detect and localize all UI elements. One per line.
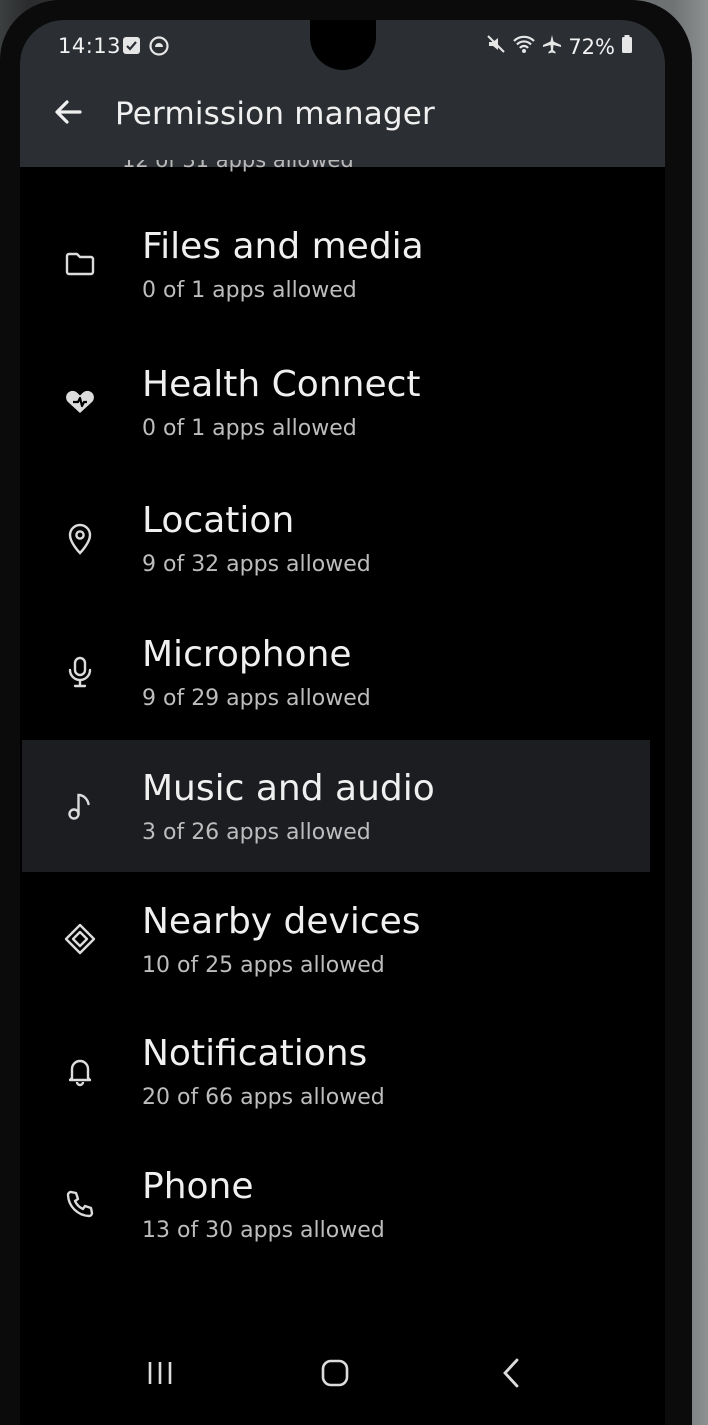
microphone-icon [62,654,98,690]
nav-back-button[interactable] [486,1355,536,1395]
permission-row-health-connect[interactable]: Health Connect 0 of 1 apps allowed [22,336,650,468]
location-pin-icon [62,520,98,556]
permission-row-nearby-devices[interactable]: Nearby devices 10 of 25 apps allowed [22,873,650,1005]
permission-subtitle: 20 of 66 apps allowed [142,1085,385,1110]
permission-row-phone[interactable]: Phone 13 of 30 apps allowed [22,1138,650,1270]
permission-subtitle: 9 of 32 apps allowed [142,552,371,577]
status-left-icons [122,36,169,60]
permission-row-location[interactable]: Location 9 of 32 apps allowed [22,472,650,604]
phone-frame: 14:13 72% Permission manager 12 of 31 ap… [0,0,692,1425]
permission-row-microphone[interactable]: Microphone 9 of 29 apps allowed [22,606,650,738]
permission-title: Phone [142,1166,254,1207]
permission-subtitle: 10 of 25 apps allowed [142,953,385,978]
back-arrow-icon [52,96,84,132]
permission-title: Notifications [142,1033,368,1074]
permission-title: Microphone [142,634,352,675]
navigation-bar [20,1325,665,1425]
partial-row-subtitle: 12 of 31 apps allowed [122,160,354,172]
home-button[interactable] [310,1355,360,1395]
app-bar: 14:13 72% Permission manager [20,20,665,167]
nearby-devices-icon [62,921,98,957]
permission-subtitle: 0 of 1 apps allowed [142,278,357,303]
page-title: Permission manager [115,96,435,132]
folder-icon [62,246,98,282]
battery-percent: 72% [568,34,615,59]
nav-back-icon [499,1357,523,1393]
permission-subtitle: 0 of 1 apps allowed [142,416,357,441]
permission-title: Nearby devices [142,901,421,942]
permission-title: Files and media [142,226,424,267]
back-button[interactable] [48,94,88,134]
health-connect-icon [62,384,98,420]
permission-title: Music and audio [142,768,435,809]
status-time: 14:13 [58,34,122,58]
music-note-icon [62,788,98,824]
battery-icon [621,34,633,59]
permission-title: Location [142,500,295,541]
checkbox-notification-icon [122,36,141,60]
status-right: 72% [486,34,633,59]
wifi-icon [512,34,536,59]
recents-icon [145,1359,175,1391]
permission-subtitle: 13 of 30 apps allowed [142,1218,385,1243]
permission-title: Health Connect [142,364,421,405]
airplane-icon [542,34,562,59]
permission-row-files-and-media[interactable]: Files and media 0 of 1 apps allowed [22,198,650,330]
recents-button[interactable] [135,1355,185,1395]
camera-notch [310,20,376,70]
phone-icon [62,1186,98,1222]
permission-row-notifications[interactable]: Notifications 20 of 66 apps allowed [22,1005,650,1137]
screen: 14:13 72% Permission manager 12 of 31 ap… [20,20,665,1425]
permission-row-music-and-audio[interactable]: Music and audio 3 of 26 apps allowed [22,740,650,872]
permission-subtitle: 9 of 29 apps allowed [142,686,371,711]
permission-subtitle: 3 of 26 apps allowed [142,820,371,845]
mute-icon [486,34,506,59]
app-notification-icon [149,36,169,60]
bell-icon [62,1053,98,1089]
home-icon [320,1359,350,1391]
